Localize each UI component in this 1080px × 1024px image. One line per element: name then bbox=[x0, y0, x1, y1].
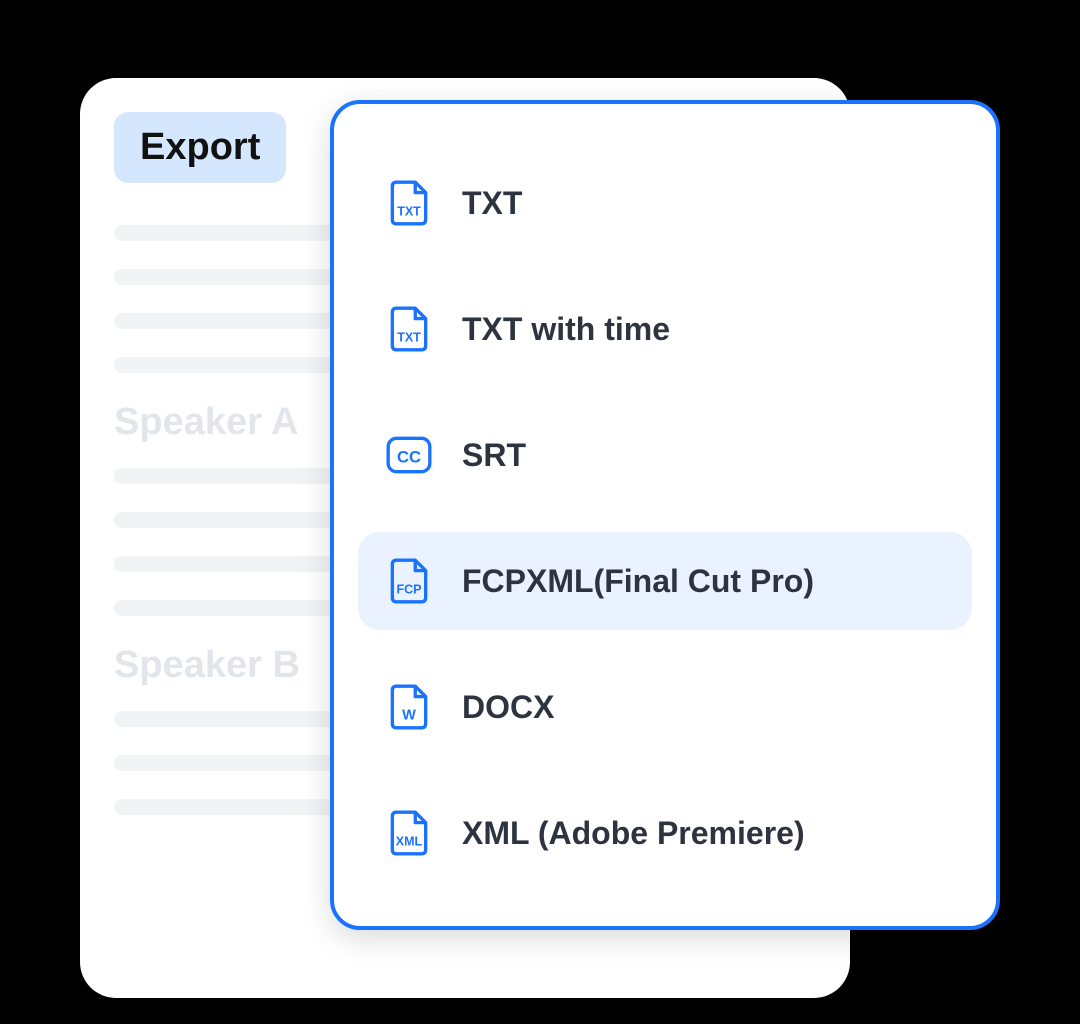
export-option-label: DOCX bbox=[462, 689, 554, 726]
export-option-label: FCPXML(Final Cut Pro) bbox=[462, 563, 814, 600]
export-option-txt-with-time[interactable]: TXT TXT with time bbox=[358, 280, 972, 378]
svg-text:TXT: TXT bbox=[397, 331, 421, 345]
export-option-srt[interactable]: CC SRT bbox=[358, 406, 972, 504]
file-docx-icon: W bbox=[384, 682, 434, 732]
export-option-fcpxml[interactable]: FCP FCPXML(Final Cut Pro) bbox=[358, 532, 972, 630]
svg-text:CC: CC bbox=[397, 447, 421, 466]
export-option-docx[interactable]: W DOCX bbox=[358, 658, 972, 756]
svg-text:XML: XML bbox=[396, 835, 423, 849]
svg-text:FCP: FCP bbox=[397, 583, 422, 597]
export-option-label: XML (Adobe Premiere) bbox=[462, 815, 805, 852]
svg-text:TXT: TXT bbox=[397, 205, 421, 219]
export-button[interactable]: Export bbox=[114, 112, 286, 183]
export-option-txt[interactable]: TXT TXT bbox=[358, 154, 972, 252]
export-option-xml[interactable]: XML XML (Adobe Premiere) bbox=[358, 784, 972, 882]
file-fcp-icon: FCP bbox=[384, 556, 434, 606]
svg-text:W: W bbox=[402, 708, 416, 724]
export-button-label: Export bbox=[140, 126, 260, 168]
export-option-label: TXT with time bbox=[462, 311, 670, 348]
export-format-menu: TXT TXT TXT TXT with time CC SRT bbox=[330, 100, 1000, 930]
file-txt-icon: TXT bbox=[384, 304, 434, 354]
export-option-label: SRT bbox=[462, 437, 526, 474]
file-xml-icon: XML bbox=[384, 808, 434, 858]
cc-icon: CC bbox=[384, 430, 434, 480]
export-option-label: TXT bbox=[462, 185, 522, 222]
file-txt-icon: TXT bbox=[384, 178, 434, 228]
